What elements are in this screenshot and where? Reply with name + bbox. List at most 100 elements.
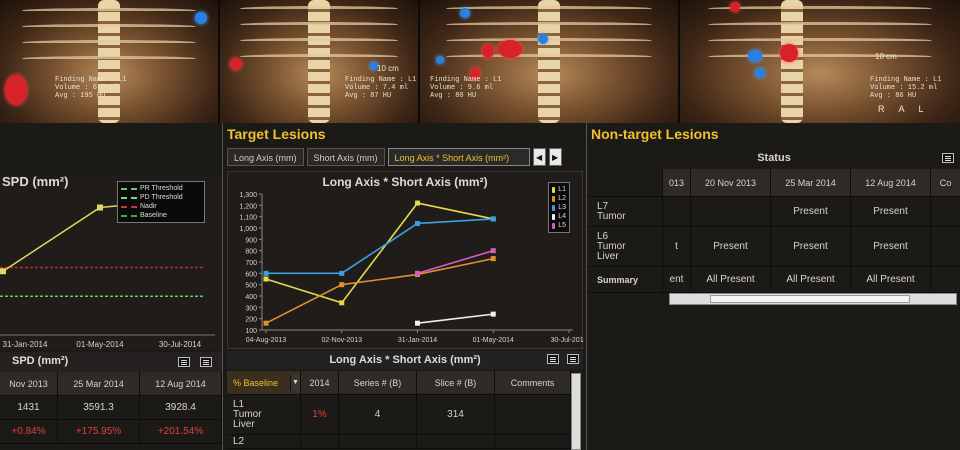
- rib: [21, 8, 197, 13]
- table-cell[interactable]: [495, 395, 571, 435]
- scan-orientation: R A L: [878, 104, 930, 114]
- x-tick-label: 02-Nov-2013: [322, 337, 363, 344]
- column-header[interactable]: 12 Aug 2014: [851, 169, 931, 197]
- spine-graphic: [538, 0, 560, 123]
- scan-finding-name: Finding Name : L1: [55, 76, 127, 84]
- rib: [445, 38, 653, 43]
- export-icon[interactable]: [547, 354, 559, 364]
- scan-finding-info: Finding Name : L1 Volume : 15.2 ml Avg :…: [870, 76, 941, 100]
- scan-finding-name: Finding Name : L1: [345, 76, 417, 84]
- scan-view-1[interactable]: Finding Name : L1 Volume : 6.5 ml Avg : …: [0, 0, 220, 123]
- legend-nadir: Nadir: [140, 203, 157, 210]
- panel-title: Target Lesions: [227, 126, 326, 142]
- table-cell: All Present: [771, 267, 851, 293]
- column-header[interactable]: 25 Mar 2014: [58, 372, 140, 396]
- data-point-l3: [263, 270, 269, 276]
- legend-item: L4: [552, 212, 566, 221]
- x-tick-label: 01-May-2014: [473, 337, 514, 344]
- y-tick-label: 900: [245, 237, 257, 244]
- tab-long-axis[interactable]: Long Axis (mm): [227, 148, 304, 166]
- column-header[interactable]: Slice # (B): [417, 371, 495, 395]
- rib: [21, 24, 197, 29]
- tab-scroll-left-icon[interactable]: ◀: [532, 148, 546, 166]
- data-point-l4: [490, 311, 496, 317]
- lesion-chart-area: Long Axis * Short Axis (mm²) 100 200 300 40…: [227, 171, 584, 349]
- scan-finding-info: Finding Name : L1 Volume : 7.4 ml Avg : …: [345, 76, 416, 100]
- row-label[interactable]: L2: [227, 435, 301, 449]
- row-label[interactable]: L7 Tumor: [587, 197, 663, 227]
- column-header[interactable]: Series # (B): [339, 371, 417, 395]
- tab-scroll-right-icon[interactable]: ▶: [548, 148, 562, 166]
- data-point-l1: [415, 200, 420, 206]
- data-point: [0, 268, 6, 275]
- legend-item: Baseline: [121, 211, 201, 220]
- horizontal-scrollbar[interactable]: [669, 293, 957, 305]
- y-tick-label: 1,000: [239, 226, 257, 233]
- scan-scale-label: 10 cm: [377, 64, 399, 73]
- spd-chart-area: 31-Jan-2014 01-May-2014 30-Jul-2014 SPD (m…: [0, 174, 222, 350]
- column-header[interactable]: 013: [663, 169, 691, 197]
- rib: [21, 40, 197, 45]
- y-tick-label: 300: [245, 305, 257, 312]
- expand-icon[interactable]: [200, 357, 212, 367]
- table-cell: 314: [417, 395, 495, 435]
- y-tick-label: 1,300: [239, 192, 257, 199]
- scan-scale-label: 10 cm: [875, 52, 897, 61]
- scan-view-2[interactable]: 10 cm Finding Name : L1 Volume : 7.4 ml …: [220, 0, 420, 123]
- legend-item: L3: [552, 203, 566, 212]
- scan-finding-info: Finding Name : L1 Volume : 6.5 ml Avg : …: [55, 76, 126, 100]
- spd-table-header-bar: SPD (mm²): [0, 352, 222, 372]
- export-icon[interactable]: [942, 153, 954, 163]
- column-header[interactable]: Co: [931, 169, 960, 197]
- scan-view-4[interactable]: 10 cm Finding Name : L1 Volume : 15.2 ml…: [680, 0, 960, 123]
- rib: [445, 22, 653, 27]
- export-icon[interactable]: [178, 357, 190, 367]
- vertical-scrollbar[interactable]: [571, 373, 581, 450]
- table-cell: t: [663, 227, 691, 267]
- rib: [708, 38, 932, 43]
- column-header[interactable]: 25 Mar 2014: [771, 169, 851, 197]
- data-point-l3: [339, 270, 345, 276]
- column-header[interactable]: 2014: [301, 371, 339, 395]
- rib: [708, 22, 932, 27]
- scrollbar-thumb[interactable]: [710, 295, 910, 303]
- table-cell: +0.84%: [0, 420, 58, 444]
- table-cell: [931, 197, 960, 227]
- tab-short-axis[interactable]: Short Axis (mm): [306, 148, 385, 166]
- data-point-l1: [263, 276, 269, 282]
- rib: [21, 56, 197, 61]
- column-header-baseline[interactable]: % Baseline ▼: [227, 371, 301, 395]
- table-cell: 3928.4: [140, 396, 222, 420]
- y-tick-label: 1,100: [239, 215, 257, 222]
- column-header[interactable]: 20 Nov 2013: [691, 169, 771, 197]
- lesion-marker: [498, 40, 522, 58]
- row-label[interactable]: L1 Tumor Liver: [227, 395, 301, 435]
- legend-item: L5: [552, 221, 566, 230]
- expand-icon[interactable]: [567, 354, 579, 364]
- scan-avg: Avg : 195 HU: [55, 92, 106, 100]
- status-header: Status: [757, 152, 791, 164]
- y-tick-label: 800: [245, 249, 257, 256]
- scan-finding-info: Finding Name : L1 Volume : 9.6 ml Avg : …: [430, 76, 501, 100]
- lesion-marker: [748, 50, 762, 62]
- tab-long-x-short[interactable]: Long Axis * Short Axis (mm²): [387, 148, 530, 166]
- row-label[interactable]: L6 Tumor Liver: [587, 227, 663, 267]
- lesion-marker: [436, 56, 444, 64]
- spine-graphic: [308, 0, 330, 123]
- scan-avg: Avg : 87 HU: [345, 92, 392, 100]
- x-tick-label: 31-Jan-2014: [398, 337, 437, 344]
- chevron-down-icon[interactable]: ▼: [290, 374, 300, 391]
- legend-item: L1: [552, 185, 566, 194]
- y-tick-label: 500: [245, 283, 257, 290]
- lesion-marker: [482, 44, 494, 58]
- column-header[interactable]: Comments: [495, 371, 571, 395]
- table-cell: +175.95%: [58, 420, 140, 444]
- panel-title: Non-target Lesions: [591, 126, 719, 142]
- scan-finding-name: Finding Name : L1: [430, 76, 502, 84]
- lesion-marker: [730, 2, 740, 12]
- spd-chart-title: SPD (mm²): [2, 174, 69, 189]
- column-header[interactable]: Nov 2013: [0, 372, 58, 396]
- row-label[interactable]: Summary: [587, 267, 663, 293]
- scan-view-3[interactable]: Finding Name : L1 Volume : 9.6 ml Avg : …: [420, 0, 680, 123]
- column-header[interactable]: 12 Aug 2014: [140, 372, 222, 396]
